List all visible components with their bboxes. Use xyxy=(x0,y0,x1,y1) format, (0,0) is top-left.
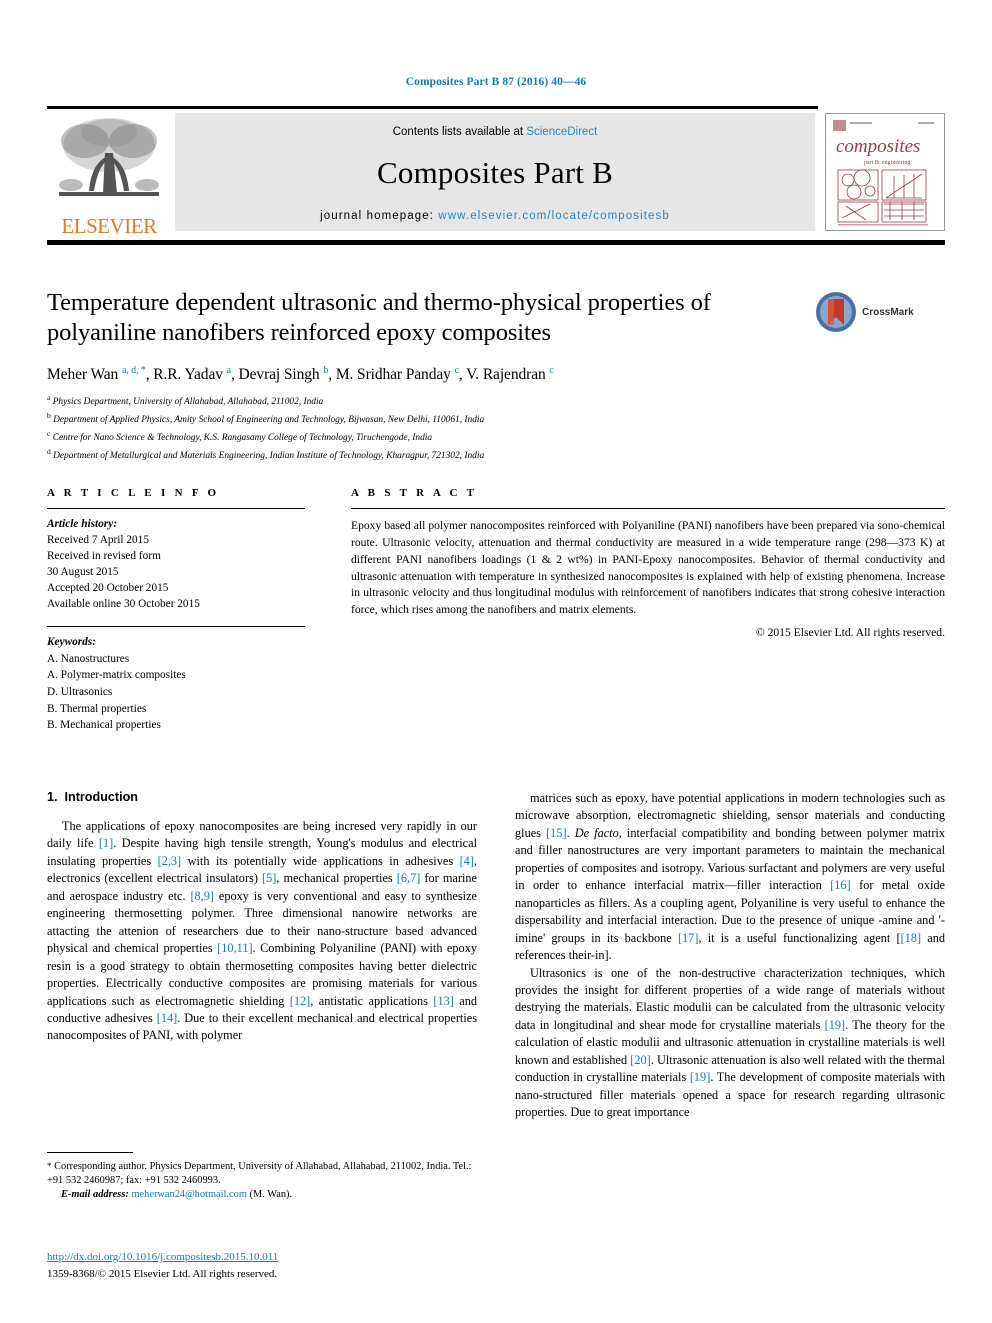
affiliation-item: d Department of Metallurgical and Materi… xyxy=(47,447,485,462)
doi-link[interactable]: http://dx.doi.org/10.1016/j.compositesb.… xyxy=(47,1251,278,1263)
body-left-column: 1. Introduction The applications of epoxy… xyxy=(47,790,477,1122)
affiliation-item: a Physics Department, University of Alla… xyxy=(47,392,324,408)
intro-paragraph-right-2: Ultrasonics is one of the non-destructiv… xyxy=(515,965,946,1120)
crossmark-icon xyxy=(816,292,856,332)
article-history-label: Article history: xyxy=(47,518,117,530)
masthead-bottom-rule xyxy=(47,240,945,245)
affiliation-item: c Centre for Nano Science & Technology, … xyxy=(47,428,433,444)
elsevier-wordmark: ELSEVIER xyxy=(61,214,157,238)
history-item: Received in revised form xyxy=(47,550,161,563)
keywords-rule xyxy=(47,626,305,628)
title-block: Temperature dependent ultrasonic and the… xyxy=(47,288,945,464)
masthead-center: Contents lists available at ScienceDirec… xyxy=(175,113,815,231)
keyword-item: B. Mechanical properties xyxy=(47,719,161,732)
column-gap xyxy=(305,487,351,734)
footnote-rule xyxy=(47,1152,133,1153)
keyword-item: A. Polymer-matrix composites xyxy=(47,669,186,682)
history-item: 30 August 2015 xyxy=(47,566,119,579)
sciencedirect-link[interactable]: ScienceDirect xyxy=(526,126,597,138)
section-heading-introduction: 1. Introduction xyxy=(47,790,477,804)
email-owner: (M. Wan). xyxy=(249,1189,293,1201)
keyword-item: D. Ultrasonics xyxy=(47,685,113,698)
intro-paragraph-left: The applications of epoxy nanocomposites… xyxy=(47,819,478,1043)
section-title: Introduction xyxy=(64,790,138,804)
corresponding-author-footnote: * Corresponding author. Physics Departme… xyxy=(47,1152,477,1202)
intro-paragraph-right-1: matrices such as epoxy, have potential a… xyxy=(515,791,945,963)
journal-homepage-line: journal homepage: www.elsevier.com/locat… xyxy=(175,210,815,222)
crossmark-label: CrossMark xyxy=(862,306,914,318)
doi-block: http://dx.doi.org/10.1016/j.compositesb.… xyxy=(47,1249,477,1282)
article-info-heading: A R T I C L E I N F O xyxy=(47,487,220,499)
body-gutter xyxy=(477,790,515,1122)
running-head: Composites Part B 87 (2016) 40—46 xyxy=(405,76,587,88)
history-item: Accepted 20 October 2015 xyxy=(47,582,169,595)
body-right-column: matrices such as epoxy, have potential a… xyxy=(515,790,945,1122)
journal-cover-thumbnail: composites part B: engineering xyxy=(825,113,945,231)
crossmark-badge[interactable]: CrossMark xyxy=(815,290,927,334)
contents-list-line: Contents lists available at ScienceDirec… xyxy=(175,113,815,138)
abstract-heading: A B S T R A C T xyxy=(351,487,478,499)
abstract-rule xyxy=(351,508,945,509)
info-abstract-row: A R T I C L E I N F O Article history: R… xyxy=(47,487,945,734)
affiliation-item: b Department of Applied Physics, Amity S… xyxy=(47,410,485,426)
email-link[interactable]: meherwan24@hotmail.com xyxy=(131,1189,246,1200)
corresponding-author-text: * Corresponding author. Physics Departme… xyxy=(47,1161,472,1187)
keyword-lines: A. Nanostructures A. Polymer-matrix compo… xyxy=(47,651,305,734)
keywords-block: Keywords: A. Nanostructures A. Polymer-ma… xyxy=(47,634,305,734)
article-info-rule xyxy=(47,508,305,509)
cover-artwork-icon: composites part B: engineering xyxy=(826,114,942,230)
keyword-item: B. Thermal properties xyxy=(47,702,147,715)
article-info-column: A R T I C L E I N F O Article history: R… xyxy=(47,487,305,734)
email-label: E-mail address: xyxy=(61,1189,129,1201)
svg-text:part B: engineering: part B: engineering xyxy=(864,160,910,166)
journal-title: Composites Part B xyxy=(377,155,613,190)
keyword-item: A. Nanostructures xyxy=(47,652,130,665)
paper-page: Composites Part B 87 (2016) 40—46 ELSEVI… xyxy=(0,0,992,1323)
abstract-text: Epoxy based all polymer nanocomposites r… xyxy=(351,519,945,617)
issn-copyright-line: 1359-8368/© 2015 Elsevier Ltd. All right… xyxy=(47,1267,278,1280)
homepage-url[interactable]: www.elsevier.com/locate/compositesb xyxy=(438,210,670,222)
author-list: Meher Wan a, d, *, R.R. Yadav a, Devraj … xyxy=(47,364,554,383)
elsevier-tree-icon xyxy=(59,118,159,196)
journal-masthead: ELSEVIER Contents lists available at Sci… xyxy=(47,106,945,237)
contents-prefix: Contents lists available at xyxy=(392,126,527,138)
history-item: Available online 30 October 2015 xyxy=(47,598,200,611)
body-columns: 1. Introduction The applications of epoxy… xyxy=(47,790,945,1122)
history-lines: Received 7 April 2015 Received in revised… xyxy=(47,532,305,612)
history-item: Received 7 April 2015 xyxy=(47,534,149,547)
abstract-copyright: © 2015 Elsevier Ltd. All rights reserved… xyxy=(755,626,945,640)
masthead-top-rule xyxy=(47,106,818,109)
section-number: 1. xyxy=(47,790,58,804)
article-title: Temperature dependent ultrasonic and the… xyxy=(47,289,711,346)
svg-text:composites: composites xyxy=(836,136,920,157)
affiliation-list: a Physics Department, University of Alla… xyxy=(47,392,945,464)
email-line: E-mail address: meherwan24@hotmail.com (… xyxy=(47,1188,477,1202)
keywords-label: Keywords: xyxy=(47,636,96,649)
homepage-label: journal homepage: xyxy=(320,210,439,222)
abstract-column: A B S T R A C T Epoxy based all polymer … xyxy=(351,487,945,734)
article-history-block: Article history: Received 7 April 2015 Re… xyxy=(47,516,305,612)
elsevier-logo: ELSEVIER xyxy=(47,113,171,237)
